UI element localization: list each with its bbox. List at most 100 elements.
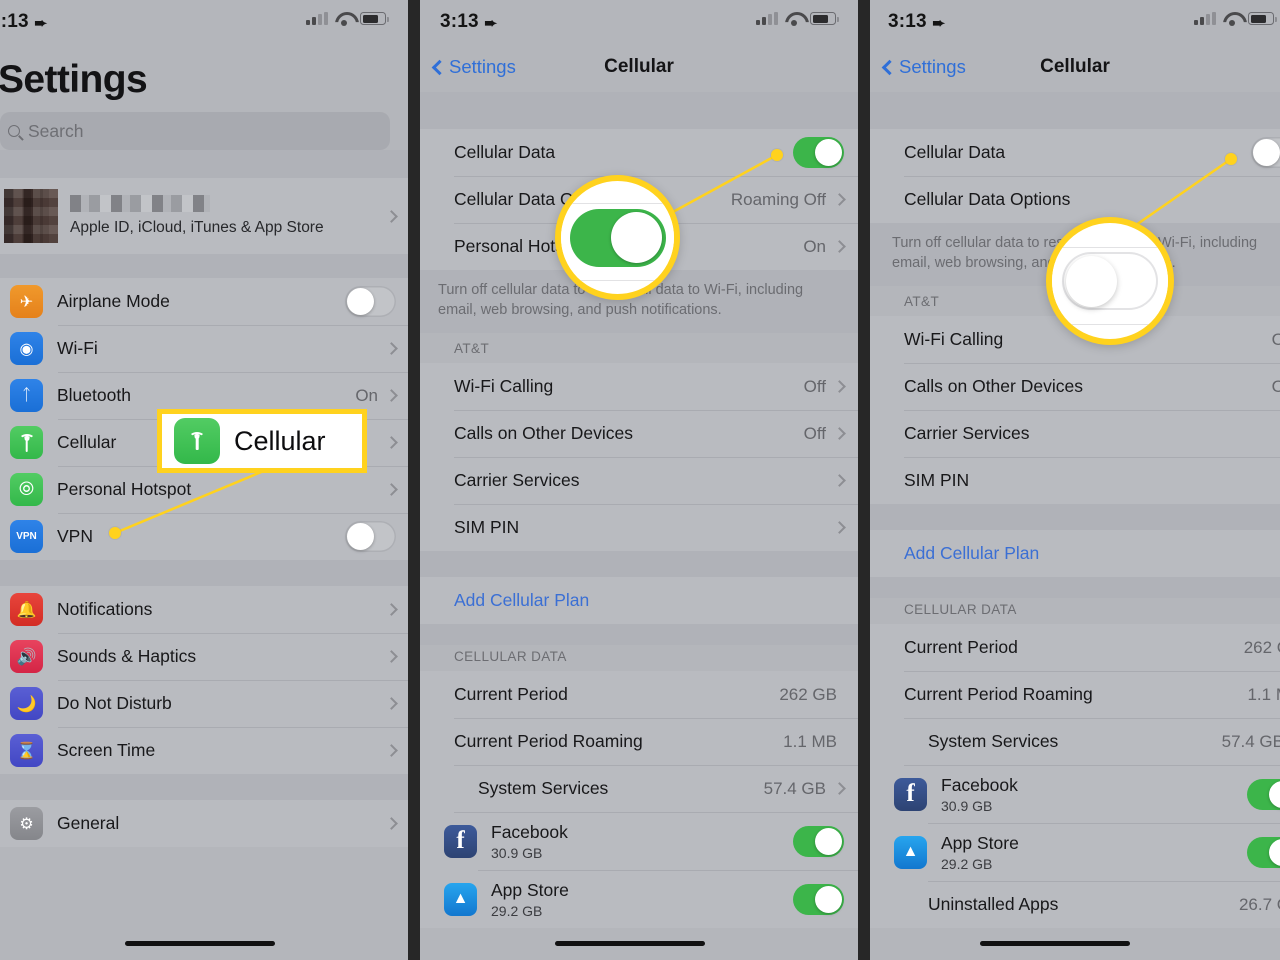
row-label: General <box>57 813 120 833</box>
callout-anchor-dot-right <box>1225 153 1237 165</box>
row-calls-on-other-devices[interactable]: Calls on Other Devices Off <box>870 363 1280 411</box>
row-current-period: Current Period 262 GB <box>420 671 858 719</box>
row-label: Airplane Mode <box>57 291 170 311</box>
search-icon <box>8 125 20 137</box>
status-time-text: 3:13 <box>888 11 927 32</box>
row-label: Carrier Services <box>454 470 580 491</box>
callout-cellular: Cellular <box>157 409 367 473</box>
row-cellular-data-options[interactable]: Cellular Data Options <box>870 176 1280 223</box>
battery-icon <box>1248 12 1277 25</box>
chevron-right-icon <box>385 650 398 663</box>
chevron-right-icon <box>385 603 398 616</box>
sidebar-item-do-not-disturb[interactable]: 🌙 Do Not Disturb <box>0 680 410 727</box>
phone-screen-settings-home: 3:13 ➨ Settings Search Apple ID, iCloud,… <box>0 0 410 960</box>
magnifier-cellular-data-toggle-on <box>555 175 680 300</box>
battery-icon <box>810 12 839 25</box>
account-subtitle: Apple ID, iCloud, iTunes & App Store <box>70 219 324 236</box>
callout-anchor-dot-mid <box>771 149 783 161</box>
back-label: Settings <box>449 56 516 77</box>
app-name: App Store <box>941 832 1019 853</box>
back-button[interactable]: Settings <box>431 56 516 78</box>
chevron-right-icon <box>385 389 398 402</box>
row-app-facebook[interactable]: f Facebook 30.9 GB <box>870 765 1280 824</box>
row-label: Current Period Roaming <box>904 684 1093 705</box>
status-indicators <box>756 12 839 26</box>
row-app-app-store[interactable]: ▲ App Store 29.2 GB <box>870 823 1280 882</box>
sidebar-item-personal-hotspot[interactable]: ⦾ Personal Hotspot <box>0 466 410 513</box>
row-calls-on-other-devices[interactable]: Calls on Other Devices Off <box>420 410 858 458</box>
wifi-icon: ◉ <box>10 332 43 365</box>
search-input[interactable]: Search <box>0 112 390 150</box>
row-label: Add Cellular Plan <box>904 543 1040 564</box>
cellular-data-toggle[interactable] <box>1251 137 1280 168</box>
vpn-toggle[interactable] <box>345 521 396 552</box>
app-store-cellular-toggle[interactable] <box>1247 836 1280 868</box>
sidebar-item-vpn[interactable]: VPN VPN <box>0 513 410 560</box>
back-button[interactable]: Settings <box>881 56 966 78</box>
chevron-right-icon <box>833 427 846 440</box>
sidebar-item-airplane-mode[interactable]: ✈ Airplane Mode <box>0 278 410 325</box>
add-plan-group: Add Cellular Plan <box>420 577 858 625</box>
row-current-period-roaming: Current Period Roaming 1.1 M <box>870 671 1280 719</box>
carrier-section-header: AT&T <box>454 341 490 357</box>
carrier-group: Wi-Fi Calling Off Calls on Other Devices… <box>870 316 1280 505</box>
account-row[interactable]: Apple ID, iCloud, iTunes & App Store <box>0 178 410 254</box>
cellular-data-toggle[interactable] <box>793 137 844 168</box>
row-value: 262 GB <box>779 684 837 704</box>
phone-bezel-divider <box>408 0 420 960</box>
magnified-toggle-on[interactable] <box>569 208 666 267</box>
status-time: 3:13 ➨ <box>0 11 47 33</box>
row-label: Current Period <box>454 684 568 705</box>
row-label: Do Not Disturb <box>57 693 172 713</box>
row-cellular-data[interactable]: Cellular Data <box>420 129 858 176</box>
row-carrier-services[interactable]: Carrier Services <box>870 410 1280 458</box>
sidebar-item-sounds-haptics[interactable]: 🔊 Sounds & Haptics <box>0 633 410 680</box>
row-label: Sounds & Haptics <box>57 646 197 666</box>
row-value: Off <box>1271 329 1280 349</box>
facebook-cellular-toggle[interactable] <box>1247 778 1280 810</box>
status-time: 3:13 ➨ <box>888 11 945 33</box>
sidebar-item-general[interactable]: ⚙ General <box>0 800 410 847</box>
battery-icon <box>360 12 389 25</box>
airplane-icon: ✈ <box>10 285 43 318</box>
chevron-right-icon <box>385 342 398 355</box>
row-sim-pin[interactable]: SIM PIN <box>420 504 858 552</box>
spacer <box>0 150 410 178</box>
row-app-app-store[interactable]: ▲ App Store 29.2 GB <box>420 870 858 929</box>
notifications-group: 🔔 Notifications 🔊 Sounds & Haptics 🌙 Do … <box>0 586 410 774</box>
spacer <box>870 577 1280 599</box>
chevron-right-icon <box>385 436 398 449</box>
dnd-icon: 🌙 <box>10 687 43 720</box>
sidebar-item-notifications[interactable]: 🔔 Notifications <box>0 586 410 633</box>
chevron-right-icon <box>833 240 846 253</box>
row-value: 26.7 G <box>1238 894 1280 914</box>
chevron-right-icon <box>385 209 398 223</box>
magnified-toggle-off[interactable] <box>1062 252 1158 310</box>
chevron-right-icon <box>833 474 846 487</box>
row-label: SIM PIN <box>904 470 970 491</box>
row-label: Cellular Data <box>454 142 556 162</box>
add-cellular-plan-button[interactable]: Add Cellular Plan <box>870 530 1280 578</box>
row-cellular-data[interactable]: Cellular Data <box>870 129 1280 176</box>
row-value: 262 G <box>1243 637 1280 657</box>
row-wifi-calling[interactable]: Wi-Fi Calling Off <box>420 363 858 411</box>
row-label: Wi-Fi <box>57 338 98 358</box>
app-store-cellular-toggle[interactable] <box>793 883 844 915</box>
row-app-facebook[interactable]: f Facebook 30.9 GB <box>420 812 858 871</box>
row-system-services[interactable]: System Services 57.4 GB <box>870 718 1280 766</box>
sidebar-item-screen-time[interactable]: ⌛ Screen Time <box>0 727 410 774</box>
airplane-mode-toggle[interactable] <box>345 286 396 317</box>
row-uninstalled-apps[interactable]: Uninstalled Apps 26.7 G <box>870 881 1280 929</box>
row-system-services[interactable]: System Services 57.4 GB <box>420 765 858 813</box>
facebook-cellular-toggle[interactable] <box>793 825 844 857</box>
row-carrier-services[interactable]: Carrier Services <box>420 457 858 505</box>
row-sim-pin[interactable]: SIM PIN <box>870 457 1280 505</box>
row-label: System Services <box>928 731 1059 752</box>
status-bar-right: 3:13 ➨ <box>870 0 1280 42</box>
location-arrow-icon: ➨ <box>932 15 946 32</box>
add-cellular-plan-button[interactable]: Add Cellular Plan <box>420 577 858 625</box>
row-label: Bluetooth <box>57 385 131 405</box>
app-usage: 30.9 GB <box>491 844 543 861</box>
cellular-signal-icon <box>756 12 778 25</box>
sidebar-item-wifi[interactable]: ◉ Wi-Fi <box>0 325 410 372</box>
